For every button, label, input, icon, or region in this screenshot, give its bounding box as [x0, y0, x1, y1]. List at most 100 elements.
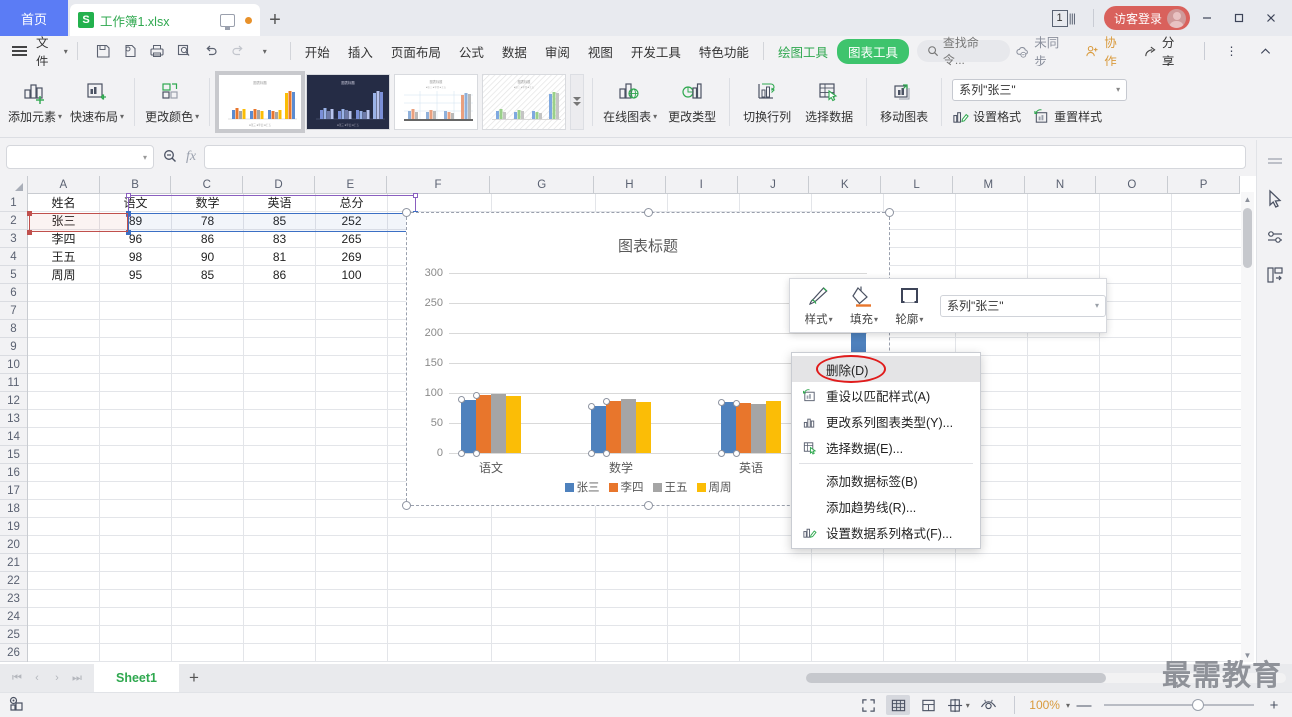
cell-P24[interactable]: [1172, 608, 1244, 626]
cell-O25[interactable]: [1100, 626, 1172, 644]
cell-A2[interactable]: 张三: [28, 212, 100, 230]
cell-P26[interactable]: [1172, 644, 1244, 662]
collapse-ribbon-icon[interactable]: [1250, 36, 1280, 66]
bar-张三-语文[interactable]: [461, 399, 476, 453]
cell-D11[interactable]: [244, 374, 316, 392]
cell-D12[interactable]: [244, 392, 316, 410]
scroll-down-arrow[interactable]: ▼: [1241, 648, 1254, 662]
qat-more-icon[interactable]: ▾: [253, 40, 277, 62]
chart-style-thumb-3[interactable]: 图表标题 ■张三 ■李四 ■王五: [394, 73, 479, 130]
cell-B1[interactable]: 语文: [100, 194, 172, 212]
chart-style-thumb-2[interactable]: 图表标题 ■张三 ■李四 ■王五: [306, 73, 391, 130]
cell-P16[interactable]: [1172, 464, 1244, 482]
cell-A23[interactable]: [28, 590, 100, 608]
cell-J1[interactable]: [740, 194, 812, 212]
cell-P21[interactable]: [1172, 554, 1244, 572]
cell-A22[interactable]: [28, 572, 100, 590]
ribbon-move-chart[interactable]: 移动图表: [873, 69, 935, 135]
series-point-handle[interactable]: [732, 449, 740, 457]
zoom-in-button[interactable]: +: [1266, 697, 1282, 714]
row-header-8[interactable]: 8: [0, 320, 27, 338]
col-header-O[interactable]: O: [1096, 176, 1169, 194]
row-header-4[interactable]: 4: [0, 248, 27, 266]
cell-N16[interactable]: [1028, 464, 1100, 482]
cell-F23[interactable]: [388, 590, 492, 608]
chart-style-thumb-4[interactable]: 图表标题 ■张三 ■李四 ■王五: [482, 73, 567, 130]
cell-E20[interactable]: [316, 536, 388, 554]
table-transform-icon[interactable]: [1262, 262, 1288, 288]
cell-D1[interactable]: 英语: [244, 194, 316, 212]
cell-D2[interactable]: 85: [244, 212, 316, 230]
cell-I25[interactable]: [668, 626, 740, 644]
range-handle[interactable]: [413, 193, 418, 198]
sheet-tab-sheet1[interactable]: Sheet1: [94, 664, 179, 692]
row-header-20[interactable]: 20: [0, 536, 27, 554]
cell-C1[interactable]: 数学: [172, 194, 244, 212]
row-header-11[interactable]: 11: [0, 374, 27, 392]
cell-N11[interactable]: [1028, 374, 1100, 392]
col-header-B[interactable]: B: [100, 176, 172, 194]
cell-P25[interactable]: [1172, 626, 1244, 644]
cell-G21[interactable]: [492, 554, 596, 572]
cell-A5[interactable]: 周周: [28, 266, 100, 284]
bar-李四-数学[interactable]: [606, 401, 621, 453]
cell-N23[interactable]: [1028, 590, 1100, 608]
cell-D25[interactable]: [244, 626, 316, 644]
cell-J24[interactable]: [740, 608, 812, 626]
cell-K26[interactable]: [812, 644, 884, 662]
cell-N20[interactable]: [1028, 536, 1100, 554]
cell-K25[interactable]: [812, 626, 884, 644]
col-header-J[interactable]: J: [738, 176, 810, 194]
tab-data[interactable]: 数据: [493, 38, 536, 65]
row-header-13[interactable]: 13: [0, 410, 27, 428]
tab-page-layout[interactable]: 页面布局: [382, 38, 450, 65]
rail-collapse-icon[interactable]: [1262, 148, 1288, 174]
menu-item-select-data[interactable]: 选择数据(E)...: [792, 434, 980, 460]
cell-J25[interactable]: [740, 626, 812, 644]
chart-title[interactable]: 图表标题: [407, 235, 889, 256]
cell-L1[interactable]: [884, 194, 956, 212]
col-header-N[interactable]: N: [1025, 176, 1097, 194]
row-header-12[interactable]: 12: [0, 392, 27, 410]
series-point-handle[interactable]: [717, 398, 725, 406]
tab-insert[interactable]: 插入: [339, 38, 382, 65]
cell-B14[interactable]: [100, 428, 172, 446]
cell-K23[interactable]: [812, 590, 884, 608]
cell-E25[interactable]: [316, 626, 388, 644]
cell-O18[interactable]: [1100, 500, 1172, 518]
cell-F25[interactable]: [388, 626, 492, 644]
cell-B20[interactable]: [100, 536, 172, 554]
row-header-26[interactable]: 26: [0, 644, 27, 662]
cell-O22[interactable]: [1100, 572, 1172, 590]
row-header-10[interactable]: 10: [0, 356, 27, 374]
cell-M23[interactable]: [956, 590, 1028, 608]
cell-F19[interactable]: [388, 518, 492, 536]
cell-B26[interactable]: [100, 644, 172, 662]
save-as-icon[interactable]: [118, 40, 142, 62]
cell-O1[interactable]: [1100, 194, 1172, 212]
series-point-handle[interactable]: [602, 397, 610, 405]
cell-N12[interactable]: [1028, 392, 1100, 410]
cell-A19[interactable]: [28, 518, 100, 536]
cell-N21[interactable]: [1028, 554, 1100, 572]
cell-C17[interactable]: [172, 482, 244, 500]
cell-C7[interactable]: [172, 302, 244, 320]
cell-D4[interactable]: 81: [244, 248, 316, 266]
cell-B11[interactable]: [100, 374, 172, 392]
cell-E24[interactable]: [316, 608, 388, 626]
cell-E10[interactable]: [316, 356, 388, 374]
cell-L22[interactable]: [884, 572, 956, 590]
ribbon-add-element[interactable]: 添加元素 ▾: [4, 69, 66, 135]
more-options-icon[interactable]: ⋮: [1217, 36, 1247, 66]
cell-J26[interactable]: [740, 644, 812, 662]
cell-E11[interactable]: [316, 374, 388, 392]
bar-周周-数学[interactable]: [636, 402, 651, 453]
cell-O6[interactable]: [1100, 284, 1172, 302]
cell-N10[interactable]: [1028, 356, 1100, 374]
cell-E5[interactable]: 100: [316, 266, 388, 284]
cell-L24[interactable]: [884, 608, 956, 626]
cell-K24[interactable]: [812, 608, 884, 626]
row-header-21[interactable]: 21: [0, 554, 27, 572]
gallery-more-button[interactable]: [570, 73, 585, 130]
monitor-icon[interactable]: [220, 13, 235, 30]
